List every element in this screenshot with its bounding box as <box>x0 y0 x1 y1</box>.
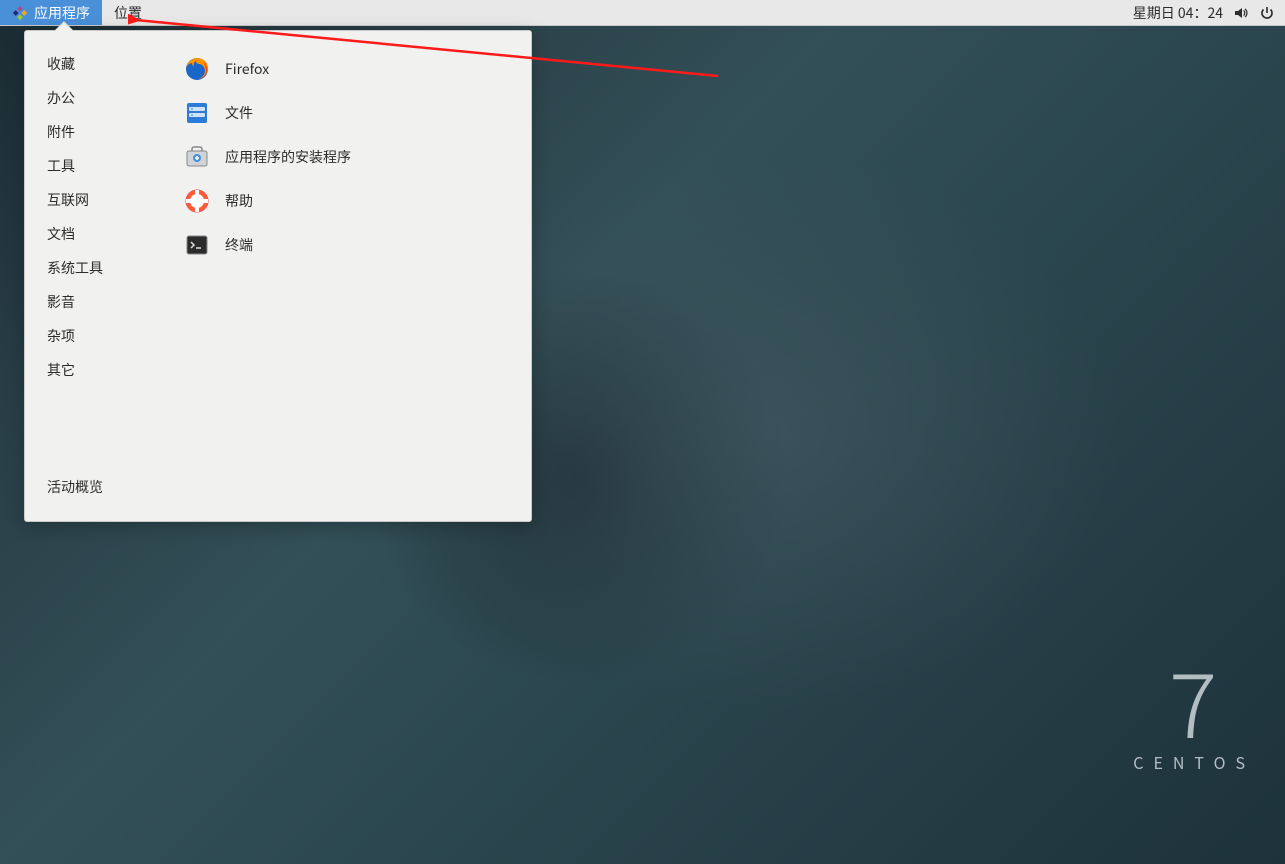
category-favorites[interactable]: 收藏 <box>25 47 165 81</box>
applications-menu-label: 应用程序 <box>34 3 90 23</box>
applications-menu: 收藏 办公 附件 工具 互联网 文档 系统工具 影音 杂项 其它 Firefox <box>24 30 532 522</box>
app-software-install-label: 应用程序的安装程序 <box>225 147 351 167</box>
files-icon <box>183 99 211 127</box>
centos-logo-icon <box>12 5 28 21</box>
panel-left: 应用程序 位置 <box>0 0 154 25</box>
category-internet[interactable]: 互联网 <box>25 183 165 217</box>
help-icon <box>183 187 211 215</box>
panel-clock[interactable]: 星期日 04：24 <box>1133 3 1223 23</box>
app-firefox[interactable]: Firefox <box>165 47 531 91</box>
activities-overview-button[interactable]: 活动概览 <box>47 473 103 501</box>
app-terminal-label: 终端 <box>225 235 253 255</box>
places-menu-label: 位置 <box>114 3 142 23</box>
app-help-label: 帮助 <box>225 191 253 211</box>
category-utilities[interactable]: 工具 <box>25 149 165 183</box>
category-documentation[interactable]: 文档 <box>25 217 165 251</box>
category-office[interactable]: 办公 <box>25 81 165 115</box>
centos-brand: 7 CENTOS <box>1133 654 1255 774</box>
app-files-label: 文件 <box>225 103 253 123</box>
category-multimedia[interactable]: 影音 <box>25 285 165 319</box>
category-accessories[interactable]: 附件 <box>25 115 165 149</box>
app-firefox-label: Firefox <box>225 59 269 79</box>
applications-menu-body: 收藏 办公 附件 工具 互联网 文档 系统工具 影音 杂项 其它 Firefox <box>25 31 531 456</box>
category-other[interactable]: 其它 <box>25 353 165 387</box>
category-system-tools[interactable]: 系统工具 <box>25 251 165 285</box>
panel-right: 星期日 04：24 <box>1133 0 1285 25</box>
app-help[interactable]: 帮助 <box>165 179 531 223</box>
firefox-icon <box>183 55 211 83</box>
terminal-icon <box>183 231 211 259</box>
category-sundry[interactable]: 杂项 <box>25 319 165 353</box>
software-install-icon <box>183 143 211 171</box>
app-terminal[interactable]: 终端 <box>165 223 531 267</box>
app-software-install[interactable]: 应用程序的安装程序 <box>165 135 531 179</box>
places-menu-button[interactable]: 位置 <box>102 0 154 25</box>
category-list: 收藏 办公 附件 工具 互联网 文档 系统工具 影音 杂项 其它 <box>25 41 165 456</box>
app-files[interactable]: 文件 <box>165 91 531 135</box>
centos-name: CENTOS <box>1133 750 1255 774</box>
volume-icon[interactable] <box>1233 5 1249 21</box>
applications-menu-button[interactable]: 应用程序 <box>0 0 102 25</box>
power-icon[interactable] <box>1259 5 1275 21</box>
applications-menu-footer: 活动概览 <box>25 456 531 521</box>
centos-version: 7 <box>1133 654 1255 744</box>
top-panel: 应用程序 位置 星期日 04：24 <box>0 0 1285 26</box>
app-list: Firefox 文件 <box>165 41 531 456</box>
